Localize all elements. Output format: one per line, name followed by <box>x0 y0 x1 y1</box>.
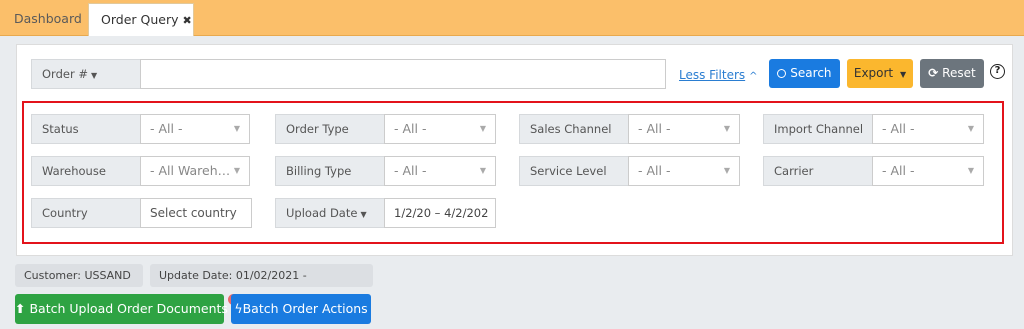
carrier-select[interactable]: - All - ▼ <box>872 156 984 186</box>
carrier-label: Carrier <box>763 156 872 186</box>
billing-type-filter: Billing Type - All - ▼ <box>275 156 496 186</box>
bolt-icon: ϟ <box>234 301 243 316</box>
batch-upload-label: Batch Upload Order Documents <box>29 301 228 316</box>
caret-down-icon: ▼ <box>723 166 730 175</box>
caret-down-icon: ▼ <box>723 124 730 133</box>
sales-channel-filter: Sales Channel - All - ▼ <box>519 114 740 144</box>
upload-date-label: Upload Date <box>286 206 358 220</box>
order-number-group: Order # ▼ <box>31 59 666 89</box>
warehouse-filter: Warehouse - All Wareh… ▼ <box>31 156 250 186</box>
search-button[interactable]: Search <box>769 59 840 88</box>
status-filter: Status - All - ▼ <box>31 114 250 144</box>
billing-type-select[interactable]: - All - ▼ <box>384 156 496 186</box>
less-filters-label: Less Filters <box>679 68 746 82</box>
warehouse-value: - All Wareh… <box>150 163 231 178</box>
billing-type-label: Billing Type <box>275 156 384 186</box>
caret-down-icon: ▼ <box>899 70 907 79</box>
service-level-select[interactable]: - All - ▼ <box>628 156 740 186</box>
caret-down-icon: ▼ <box>479 124 486 133</box>
sales-channel-select[interactable]: - All - ▼ <box>628 114 740 144</box>
tab-order-query[interactable]: Order Query ✖ <box>88 3 194 36</box>
batch-upload-button[interactable]: ⬆ Batch Upload Order Documents <box>15 294 228 324</box>
service-level-value: - All - <box>638 163 671 178</box>
caret-down-icon: ▼ <box>967 124 974 133</box>
batch-actions-label: Batch Order Actions <box>242 301 368 316</box>
import-channel-label: Import Channel <box>763 114 872 144</box>
search-button-label: Search <box>790 66 832 80</box>
batch-order-actions-button[interactable]: ϟBatch Order Actions <box>231 294 371 324</box>
warehouse-label: Warehouse <box>31 156 140 186</box>
status-select[interactable]: - All - ▼ <box>140 114 250 144</box>
order-type-filter: Order Type - All - ▼ <box>275 114 496 144</box>
import-channel-filter: Import Channel - All - ▼ <box>763 114 984 144</box>
export-button[interactable]: Export ▼ <box>847 59 913 88</box>
warehouse-select[interactable]: - All Wareh… ▼ <box>140 156 250 186</box>
reset-button[interactable]: ⟳ Reset <box>920 59 984 88</box>
upload-date-filter: Upload Date ▼ 1/2/20 – 4/2/202 <box>275 198 496 228</box>
search-icon <box>777 69 787 78</box>
tab-order-query-label: Order Query <box>101 12 179 27</box>
filter-chip-update-date: Update Date: 01/02/2021 - 04/02/2021✕ <box>150 264 373 305</box>
country-label: Country <box>31 198 140 228</box>
status-label: Status <box>31 114 140 144</box>
export-button-label: Export <box>853 66 894 80</box>
order-field-dropdown[interactable]: Order # ▼ <box>31 59 140 89</box>
order-field-label: Order # <box>42 67 88 81</box>
caret-down-icon: ▼ <box>479 166 486 175</box>
order-type-value: - All - <box>394 121 427 136</box>
chip-label: Customer: USSAND <box>24 269 131 282</box>
caret-down-icon: ▼ <box>233 124 240 133</box>
order-type-select[interactable]: - All - ▼ <box>384 114 496 144</box>
caret-down-icon: ▼ <box>233 166 240 175</box>
carrier-value: - All - <box>882 163 915 178</box>
help-icon[interactable]: ? <box>990 64 1005 79</box>
country-filter: Country Select country <box>31 198 252 228</box>
tab-dashboard[interactable]: Dashboard <box>14 3 82 36</box>
order-number-input[interactable] <box>140 59 666 89</box>
reset-button-label: Reset <box>942 66 976 80</box>
caret-down-icon: ▼ <box>967 166 974 175</box>
upload-date-dropdown[interactable]: Upload Date ▼ <box>275 198 384 228</box>
chevron-up-icon: ^ <box>749 71 758 82</box>
filter-chip-customer: Customer: USSAND✕ <box>15 264 143 305</box>
caret-down-icon: ▼ <box>90 71 98 80</box>
close-icon[interactable]: ✖ <box>182 14 191 27</box>
import-channel-select[interactable]: - All - ▼ <box>872 114 984 144</box>
upload-icon: ⬆ <box>15 301 26 316</box>
caret-down-icon: ▼ <box>360 210 367 219</box>
import-channel-value: - All - <box>882 121 915 136</box>
tab-bar: Dashboard Order Query ✖ <box>0 0 1024 36</box>
sales-channel-value: - All - <box>638 121 671 136</box>
sales-channel-label: Sales Channel <box>519 114 628 144</box>
carrier-filter: Carrier - All - ▼ <box>763 156 984 186</box>
country-input[interactable]: Select country <box>140 198 252 228</box>
service-level-filter: Service Level - All - ▼ <box>519 156 740 186</box>
order-type-label: Order Type <box>275 114 384 144</box>
refresh-icon: ⟳ <box>928 66 939 80</box>
service-level-label: Service Level <box>519 156 628 186</box>
upload-date-range-input[interactable]: 1/2/20 – 4/2/202 <box>384 198 496 228</box>
less-filters-link[interactable]: Less Filters ^ <box>679 68 758 82</box>
status-value: - All - <box>150 121 183 136</box>
billing-type-value: - All - <box>394 163 427 178</box>
